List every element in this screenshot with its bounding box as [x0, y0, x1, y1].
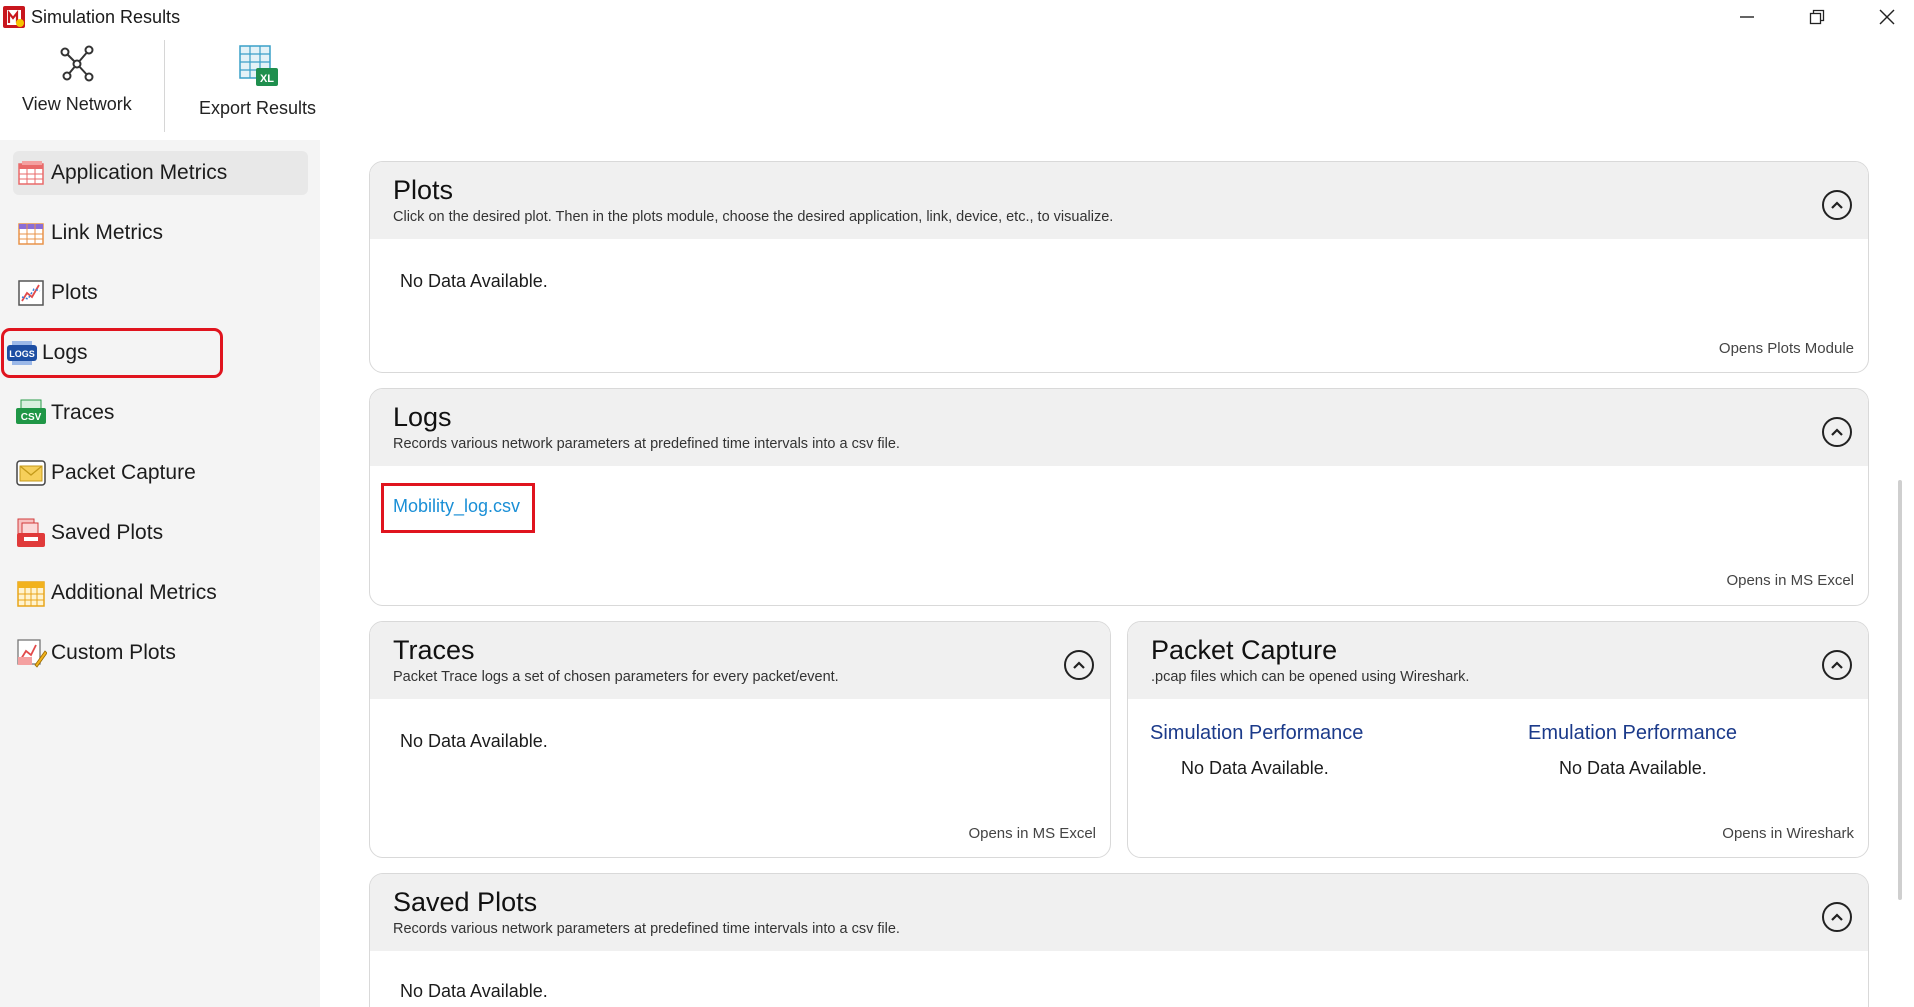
card-title: Packet Capture	[1151, 635, 1338, 665]
view-network-button[interactable]: View Network	[22, 44, 132, 134]
view-network-label: View Network	[22, 94, 132, 114]
card-header: Packet Capture .pcap files which can be …	[1128, 622, 1868, 699]
scrollbar-thumb[interactable]	[1898, 480, 1902, 900]
sidebar-item-saved-plots[interactable]: Saved Plots	[13, 511, 308, 555]
sidebar-item-custom-plots[interactable]: Custom Plots	[13, 631, 308, 675]
saved-plots-card[interactable]: Saved Plots Records various network para…	[369, 873, 1869, 1007]
chevron-up-icon	[1073, 661, 1085, 669]
sidebar-item-logs[interactable]: LOGS Logs	[1, 328, 223, 378]
opens-hint: Opens in MS Excel	[1726, 572, 1854, 589]
svg-text:LOGS: LOGS	[9, 349, 35, 359]
vertical-scrollbar[interactable]	[1898, 160, 1902, 900]
packet-capture-card[interactable]: Packet Capture .pcap files which can be …	[1127, 621, 1869, 858]
sidebar-item-additional-metrics[interactable]: Additional Metrics	[13, 571, 308, 615]
emulation-performance-heading: Emulation Performance	[1528, 722, 1737, 744]
sidebar-item-label: Traces	[51, 401, 115, 424]
sidebar-item-label: Saved Plots	[51, 521, 164, 544]
title-bar: Simulation Results	[0, 0, 1914, 34]
chart-icon	[13, 275, 49, 311]
sidebar-item-label: Additional Metrics	[51, 581, 217, 604]
toolbar-divider	[164, 40, 165, 132]
sidebar-item-label: Custom Plots	[51, 641, 176, 664]
sidebar-item-label: Logs	[42, 341, 88, 364]
plots-card[interactable]: Plots Click on the desired plot. Then in…	[369, 161, 1869, 373]
chevron-up-icon	[1831, 428, 1843, 436]
sidebar-item-plots[interactable]: Plots	[13, 271, 308, 315]
card-subtitle: Click on the desired plot. Then in the p…	[393, 209, 1114, 225]
collapse-button[interactable]	[1822, 650, 1852, 680]
chevron-up-icon	[1831, 661, 1843, 669]
logs-card[interactable]: Logs Records various network parameters …	[369, 388, 1869, 606]
opens-hint: Opens in Wireshark	[1722, 825, 1854, 842]
sidebar: Application Metrics Link Metrics Plots L…	[0, 140, 320, 1007]
sidebar-item-application-metrics[interactable]: Application Metrics	[13, 151, 308, 195]
collapse-button[interactable]	[1822, 190, 1852, 220]
card-subtitle: Packet Trace logs a set of chosen parame…	[393, 669, 839, 685]
sidebar-item-label: Packet Capture	[51, 461, 196, 484]
card-header: Plots Click on the desired plot. Then in…	[370, 162, 1868, 239]
chevron-up-icon	[1831, 913, 1843, 921]
excel-export-icon: XL	[238, 45, 278, 86]
close-icon	[1879, 9, 1895, 25]
export-results-button[interactable]: XL Export Results	[199, 44, 316, 134]
no-data-text: No Data Available.	[400, 271, 548, 291]
table-icon	[13, 155, 49, 191]
traces-card[interactable]: Traces Packet Trace logs a set of chosen…	[369, 621, 1111, 858]
card-title: Plots	[393, 175, 454, 205]
grid-icon	[13, 575, 49, 611]
collapse-button[interactable]	[1822, 902, 1852, 932]
sidebar-item-label: Application Metrics	[51, 161, 228, 184]
table-icon	[13, 215, 49, 251]
svg-text:XL: XL	[259, 73, 273, 85]
sidebar-item-traces[interactable]: CSV Traces	[13, 391, 308, 435]
no-data-text: No Data Available.	[400, 731, 548, 751]
window-title: Simulation Results	[31, 7, 181, 27]
no-data-text: No Data Available.	[1559, 758, 1707, 778]
sidebar-item-label: Link Metrics	[51, 221, 164, 244]
logs-icon: LOGS	[4, 335, 40, 371]
card-subtitle: Records various network parameters at pr…	[393, 436, 900, 452]
app-logo-icon	[3, 6, 25, 28]
card-subtitle: .pcap files which can be opened using Wi…	[1151, 669, 1470, 685]
restore-button[interactable]	[1782, 0, 1852, 34]
collapse-button[interactable]	[1822, 417, 1852, 447]
csv-icon: CSV	[13, 395, 49, 431]
minimize-icon	[1740, 16, 1754, 18]
card-header: Saved Plots Records various network para…	[370, 874, 1868, 951]
card-title: Logs	[393, 402, 452, 432]
svg-text:CSV: CSV	[21, 412, 42, 423]
minimize-button[interactable]	[1712, 0, 1782, 34]
restore-icon	[1809, 9, 1825, 25]
card-title: Saved Plots	[393, 887, 538, 917]
chevron-up-icon	[1831, 201, 1843, 209]
saved-plots-icon	[13, 515, 49, 551]
network-icon	[60, 45, 94, 82]
no-data-text: No Data Available.	[1181, 758, 1329, 778]
export-results-label: Export Results	[199, 98, 317, 118]
close-button[interactable]	[1852, 0, 1914, 34]
card-header: Logs Records various network parameters …	[370, 389, 1868, 466]
collapse-button[interactable]	[1064, 650, 1094, 680]
no-data-text: No Data Available.	[400, 981, 548, 1001]
simulation-performance-heading: Simulation Performance	[1150, 722, 1364, 744]
sidebar-item-link-metrics[interactable]: Link Metrics	[13, 211, 308, 255]
card-subtitle: Records various network parameters at pr…	[393, 921, 900, 937]
sidebar-item-label: Plots	[51, 281, 98, 304]
toolbar: View Network XL Export Results	[0, 34, 1914, 139]
opens-hint: Opens Plots Module	[1718, 340, 1854, 357]
envelope-icon	[13, 455, 49, 491]
log-file-link[interactable]: Mobility_log.csv	[393, 496, 520, 517]
opens-hint: Opens in MS Excel	[968, 825, 1096, 842]
custom-plot-icon	[13, 635, 49, 671]
card-title: Traces	[393, 635, 475, 665]
card-header: Traces Packet Trace logs a set of chosen…	[370, 622, 1110, 699]
sidebar-item-packet-capture[interactable]: Packet Capture	[13, 451, 308, 495]
